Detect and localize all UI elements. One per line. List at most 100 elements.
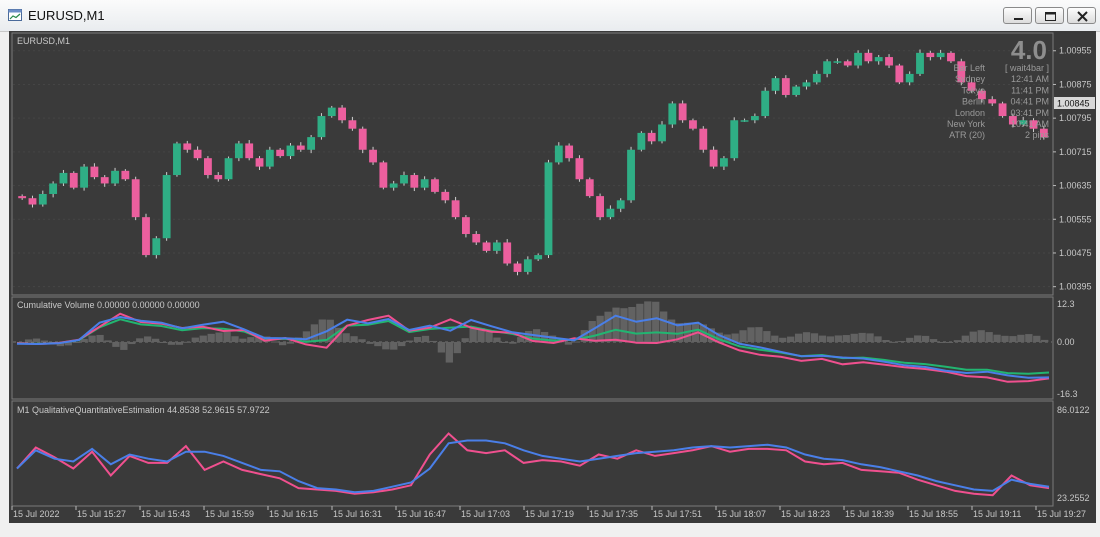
candle-body: [59, 172, 68, 184]
volume-histogram-bar: [628, 306, 636, 342]
candle-body: [90, 166, 99, 178]
volume-panel-frame: [11, 296, 1054, 400]
volume-histogram-bar: [88, 335, 96, 342]
candle-body: [152, 238, 161, 256]
info-label: ATR (20): [949, 130, 985, 140]
volume-histogram-bar: [810, 333, 819, 342]
volume-histogram-bar: [779, 337, 787, 342]
qqe-tick-top: 86.0122: [1057, 405, 1090, 415]
candle-body: [255, 158, 264, 167]
candle-body: [699, 128, 708, 150]
price-tick-label: 1.00395: [1059, 282, 1092, 292]
title-bar[interactable]: EURUSD,M1: [0, 0, 1100, 32]
volume-histogram-bar: [318, 319, 326, 342]
candle-body: [947, 52, 955, 62]
window-bottom-border: [0, 523, 1100, 537]
volume-histogram-bar: [366, 342, 374, 344]
volume-histogram-bar: [929, 339, 938, 342]
candle-body: [740, 120, 749, 122]
volume-histogram-bar: [461, 338, 469, 342]
time-tick-label: 15 Jul 17:35: [589, 509, 638, 519]
qqe-panel-label: M1 QualitativeQuantitativeEstimation 44.…: [17, 405, 270, 415]
volume-histogram-bar: [199, 335, 207, 342]
volume-histogram-bar: [755, 327, 763, 342]
candle-body: [689, 120, 697, 129]
volume-histogram-bar: [794, 333, 803, 342]
volume-histogram-bar: [858, 332, 866, 342]
volume-histogram-bar: [906, 337, 914, 342]
volume-histogram-bar: [961, 335, 969, 342]
time-tick-label: 15 Jul 15:59: [205, 509, 254, 519]
volume-histogram-bar: [771, 335, 779, 342]
candle-body: [348, 120, 357, 129]
restore-button[interactable]: [1035, 7, 1064, 24]
volume-histogram-bar: [921, 335, 930, 342]
info-table: Bar Left [ wait4bar ] Sydney 12:41 AM Tokyo 1…: [947, 63, 1050, 140]
candle-body: [668, 103, 677, 125]
candle-body: [730, 120, 739, 159]
volume-histogram-bar: [818, 335, 827, 342]
candle-body: [69, 172, 78, 188]
candle-body: [100, 177, 109, 184]
volume-histogram-bar: [898, 340, 906, 342]
minimize-button[interactable]: [1003, 7, 1032, 24]
volume-histogram-bar: [175, 342, 184, 345]
window-title: EURUSD,M1: [28, 8, 105, 23]
volume-histogram-bar: [136, 338, 144, 342]
volume-histogram-bar: [763, 331, 771, 342]
volume-histogram-bar: [993, 334, 1001, 342]
volume-histogram-bar: [151, 338, 160, 342]
candle-body: [38, 193, 47, 205]
time-tick-label: 15 Jul 16:31: [333, 509, 382, 519]
volume-histogram-bar: [183, 341, 192, 343]
volume-histogram-bar: [421, 335, 430, 342]
volume-histogram-bar: [215, 332, 223, 342]
volume-histogram-bar: [72, 342, 80, 343]
chart-area[interactable]: EURUSD,M1 4.0 Bar Left [ wait4bar ] Sydney…: [9, 31, 1096, 523]
info-value: 11:41 PM: [1011, 85, 1049, 95]
volume-histogram-bar: [985, 332, 993, 342]
candle-body: [627, 149, 635, 201]
candle-body: [451, 200, 460, 218]
candle-body: [895, 65, 904, 83]
candlestick-series: [18, 49, 1048, 276]
candle-body: [513, 263, 522, 272]
volume-histogram-bar: [1017, 334, 1025, 342]
time-tick-label: 15 Jul 2022: [13, 509, 60, 519]
candle-body: [286, 145, 295, 157]
candle-body: [771, 78, 780, 91]
volume-histogram-bar: [802, 332, 811, 342]
main-panel-label: EURUSD,M1: [17, 36, 70, 46]
candle-body: [142, 217, 150, 256]
volume-histogram-bar: [342, 333, 350, 342]
close-button[interactable]: [1067, 7, 1096, 24]
volume-histogram-bar: [501, 342, 509, 343]
candle-body: [544, 162, 553, 256]
price-tick-label: 1.00875: [1059, 79, 1092, 89]
candle-body: [193, 149, 202, 159]
candle-body: [916, 52, 924, 74]
candle-body: [534, 255, 543, 260]
volume-histogram-bar: [310, 324, 319, 342]
volume-histogram-bar: [286, 342, 295, 344]
candle-body: [812, 73, 821, 83]
chart-canvas[interactable]: EURUSD,M1 4.0 Bar Left [ wait4bar ] Sydney…: [9, 31, 1096, 523]
price-tick-label: 1.00955: [1059, 46, 1092, 56]
volume-histogram-bar: [302, 331, 311, 342]
candle-body: [317, 116, 326, 138]
info-label: Sydney: [955, 74, 986, 84]
volume-histogram-bar: [937, 342, 946, 343]
volume-histogram-bar: [239, 338, 247, 342]
volume-histogram-bar: [278, 342, 287, 346]
volume-histogram-bar: [437, 342, 446, 353]
time-tick-label: 15 Jul 18:39: [845, 509, 894, 519]
volume-histogram-bar: [969, 331, 977, 342]
volume-histogram-bar: [358, 339, 366, 342]
volume-histogram-bar: [1001, 335, 1009, 342]
volume-blue-line: [16, 314, 1050, 379]
volume-tick-top: 12.3: [1057, 299, 1075, 309]
time-axis: 15 Jul 2022 15 Jul 15:27 15 Jul 15:43 15 Ju…: [11, 506, 1086, 519]
candle-body: [854, 52, 863, 66]
grid: [13, 50, 1052, 288]
candle-body: [111, 170, 119, 184]
